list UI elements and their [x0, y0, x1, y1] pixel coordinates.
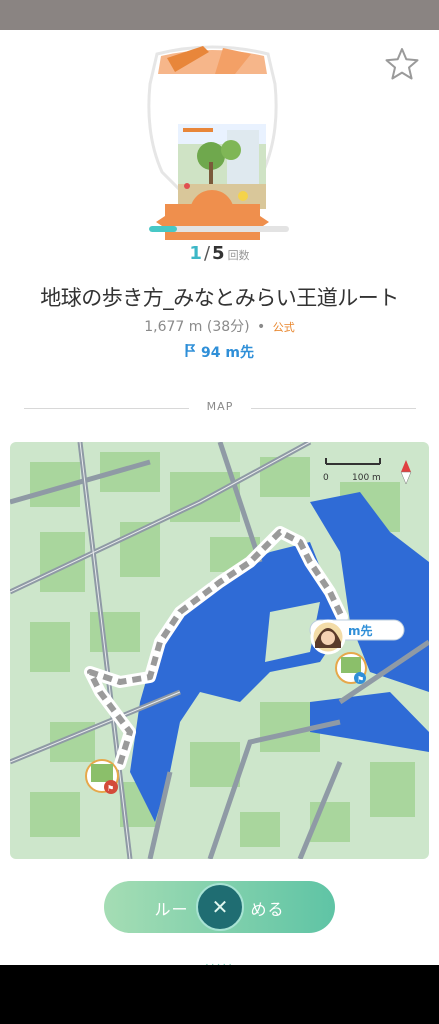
svg-text:⚑: ⚑: [107, 784, 114, 793]
meta-separator: •: [257, 319, 266, 335]
play-count-total: 5: [212, 243, 225, 264]
route-badge-image: [147, 45, 278, 240]
next-waypoint-marker[interactable]: ⚑: [335, 652, 367, 684]
route-distance-time: 1,677 m (38分): [144, 319, 250, 335]
close-button[interactable]: ✕: [196, 883, 244, 931]
route-progress-fill: [149, 226, 177, 232]
route-title: 地球の歩き方_みなとみらい王道ルート: [40, 286, 399, 310]
scale-zero-label: 0: [323, 473, 329, 483]
play-count-separator: /: [203, 243, 211, 264]
system-nav-bar: [0, 965, 439, 1024]
play-count-unit: 回数: [227, 249, 250, 262]
start-label-left: ルー: [154, 900, 189, 919]
route-map[interactable]: 0 100 m m先 ⚑ ⚑: [10, 442, 429, 859]
route-detail-sheet: 1/5 回数 地球の歩き方_みなとみらい王道ルート 1,677 m (38分) •…: [0, 30, 439, 965]
divider-line-right: [251, 408, 416, 409]
map-section-divider: MAP: [24, 400, 416, 413]
play-count-current: 1: [189, 243, 202, 264]
next-waypoint-distance: 94 m先: [0, 342, 439, 362]
next-distance-text: 94 m先: [201, 345, 254, 361]
cutoff-link-text: ·····: [204, 958, 235, 965]
close-icon: ✕: [211, 895, 229, 919]
svg-text:⚑: ⚑: [357, 675, 364, 684]
player-next-label: m先: [348, 623, 373, 638]
flag-icon: [185, 344, 196, 357]
official-label: 公式: [272, 321, 295, 334]
scale-distance-label: 100 m: [352, 473, 381, 483]
favorite-star-icon[interactable]: [384, 46, 420, 82]
route-progress-bar: [149, 226, 289, 232]
map-section-label: MAP: [206, 400, 234, 413]
route-meta: 1,677 m (38分) • 公式: [0, 316, 439, 336]
start-label-right: める: [250, 900, 285, 919]
status-bar: [0, 0, 439, 30]
play-count: 1/5 回数: [0, 243, 439, 264]
